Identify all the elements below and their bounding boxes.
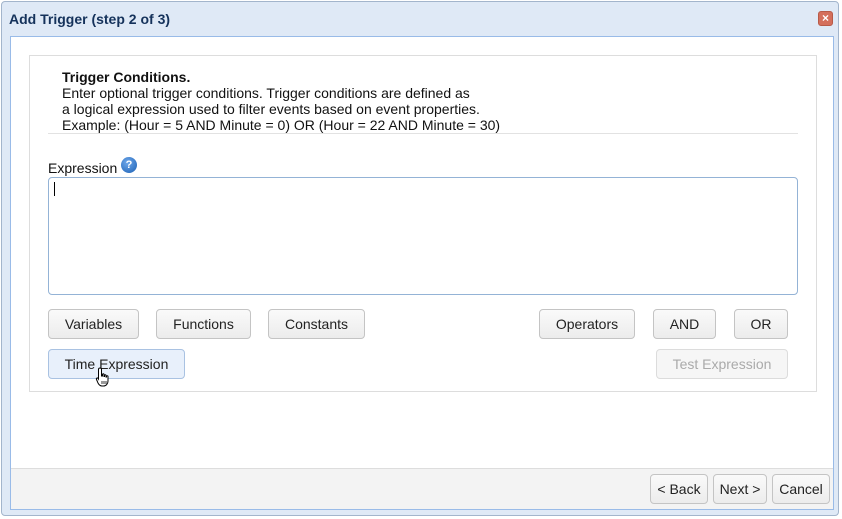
dialog-title: Add Trigger (step 2 of 3) [9, 11, 171, 27]
dialog-body: Trigger Conditions. Enter optional trigg… [10, 36, 834, 510]
add-trigger-dialog: Add Trigger (step 2 of 3) × Trigger Cond… [1, 1, 839, 516]
close-icon[interactable]: × [818, 11, 833, 26]
functions-button[interactable]: Functions [156, 309, 251, 339]
conditions-heading: Trigger Conditions. [62, 69, 191, 85]
conditions-description: Trigger Conditions. Enter optional trigg… [62, 69, 500, 133]
trigger-conditions-panel: Trigger Conditions. Enter optional trigg… [29, 55, 817, 392]
text-caret [54, 182, 55, 196]
expression-input[interactable] [48, 177, 798, 295]
and-button[interactable]: AND [653, 309, 716, 339]
expression-label: Expression [48, 160, 118, 176]
conditions-line-2: a logical expression used to filter even… [62, 101, 480, 117]
variables-button[interactable]: Variables [48, 309, 139, 339]
cancel-button[interactable]: Cancel [772, 474, 830, 504]
operators-button[interactable]: Operators [539, 309, 635, 339]
divider [48, 133, 798, 134]
conditions-line-1: Enter optional trigger conditions. Trigg… [62, 85, 470, 101]
help-icon[interactable]: ? [121, 157, 137, 173]
or-button[interactable]: OR [734, 309, 788, 339]
conditions-line-3: Example: (Hour = 5 AND Minute = 0) OR (H… [62, 117, 501, 133]
hand-cursor-icon [95, 367, 109, 387]
dialog-titlebar[interactable]: Add Trigger (step 2 of 3) × [2, 2, 838, 36]
dialog-footer: < Back Next > Cancel [11, 468, 833, 509]
next-button[interactable]: Next > [713, 474, 767, 504]
test-expression-button[interactable]: Test Expression [656, 349, 788, 379]
constants-button[interactable]: Constants [268, 309, 365, 339]
back-button[interactable]: < Back [650, 474, 708, 504]
time-expression-button[interactable]: Time Expression [48, 349, 185, 379]
